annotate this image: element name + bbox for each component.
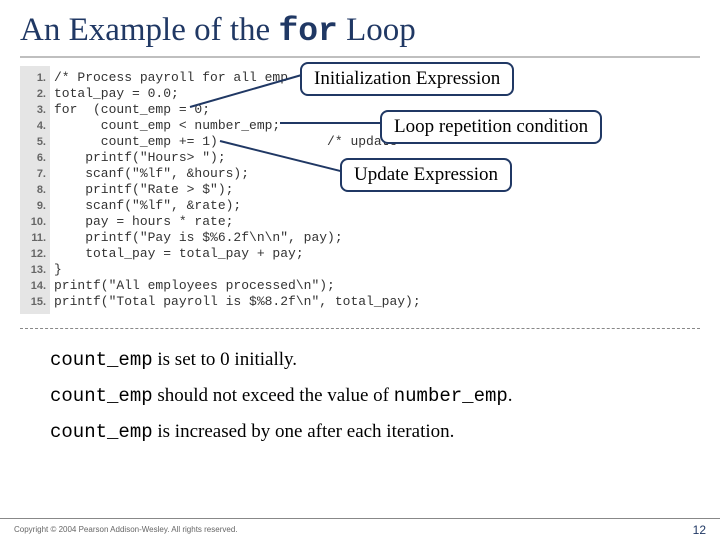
notes-section: count_emp is set to 0 initially. count_e… — [0, 333, 720, 443]
callout-cond: Loop repetition condition — [380, 110, 602, 144]
copyright-text: Copyright © 2004 Pearson Addison-Wesley.… — [14, 525, 238, 534]
line-numbers: 1. 2. 3. 4. 5. 6. 7. 8. 9. 10. 11. 12. 1… — [20, 66, 50, 314]
page-number: 12 — [693, 523, 706, 537]
divider-dashed — [20, 328, 700, 329]
title-underline — [20, 56, 700, 58]
callout-cond-tail — [280, 122, 385, 124]
slide-title: An Example of the for Loop — [0, 0, 720, 54]
note-1: count_emp is set to 0 initially. — [50, 349, 690, 371]
callout-init: Initialization Expression — [300, 62, 514, 96]
footer: Copyright © 2004 Pearson Addison-Wesley.… — [0, 518, 720, 540]
note-3: count_emp is increased by one after each… — [50, 421, 690, 443]
title-post: Loop — [338, 12, 416, 48]
code-area: 1. 2. 3. 4. 5. 6. 7. 8. 9. 10. 11. 12. 1… — [20, 66, 700, 324]
callout-update: Update Expression — [340, 158, 512, 192]
note-2: count_emp should not exceed the value of… — [50, 385, 690, 407]
title-code: for — [278, 13, 337, 50]
title-pre: An Example of the — [20, 12, 278, 48]
